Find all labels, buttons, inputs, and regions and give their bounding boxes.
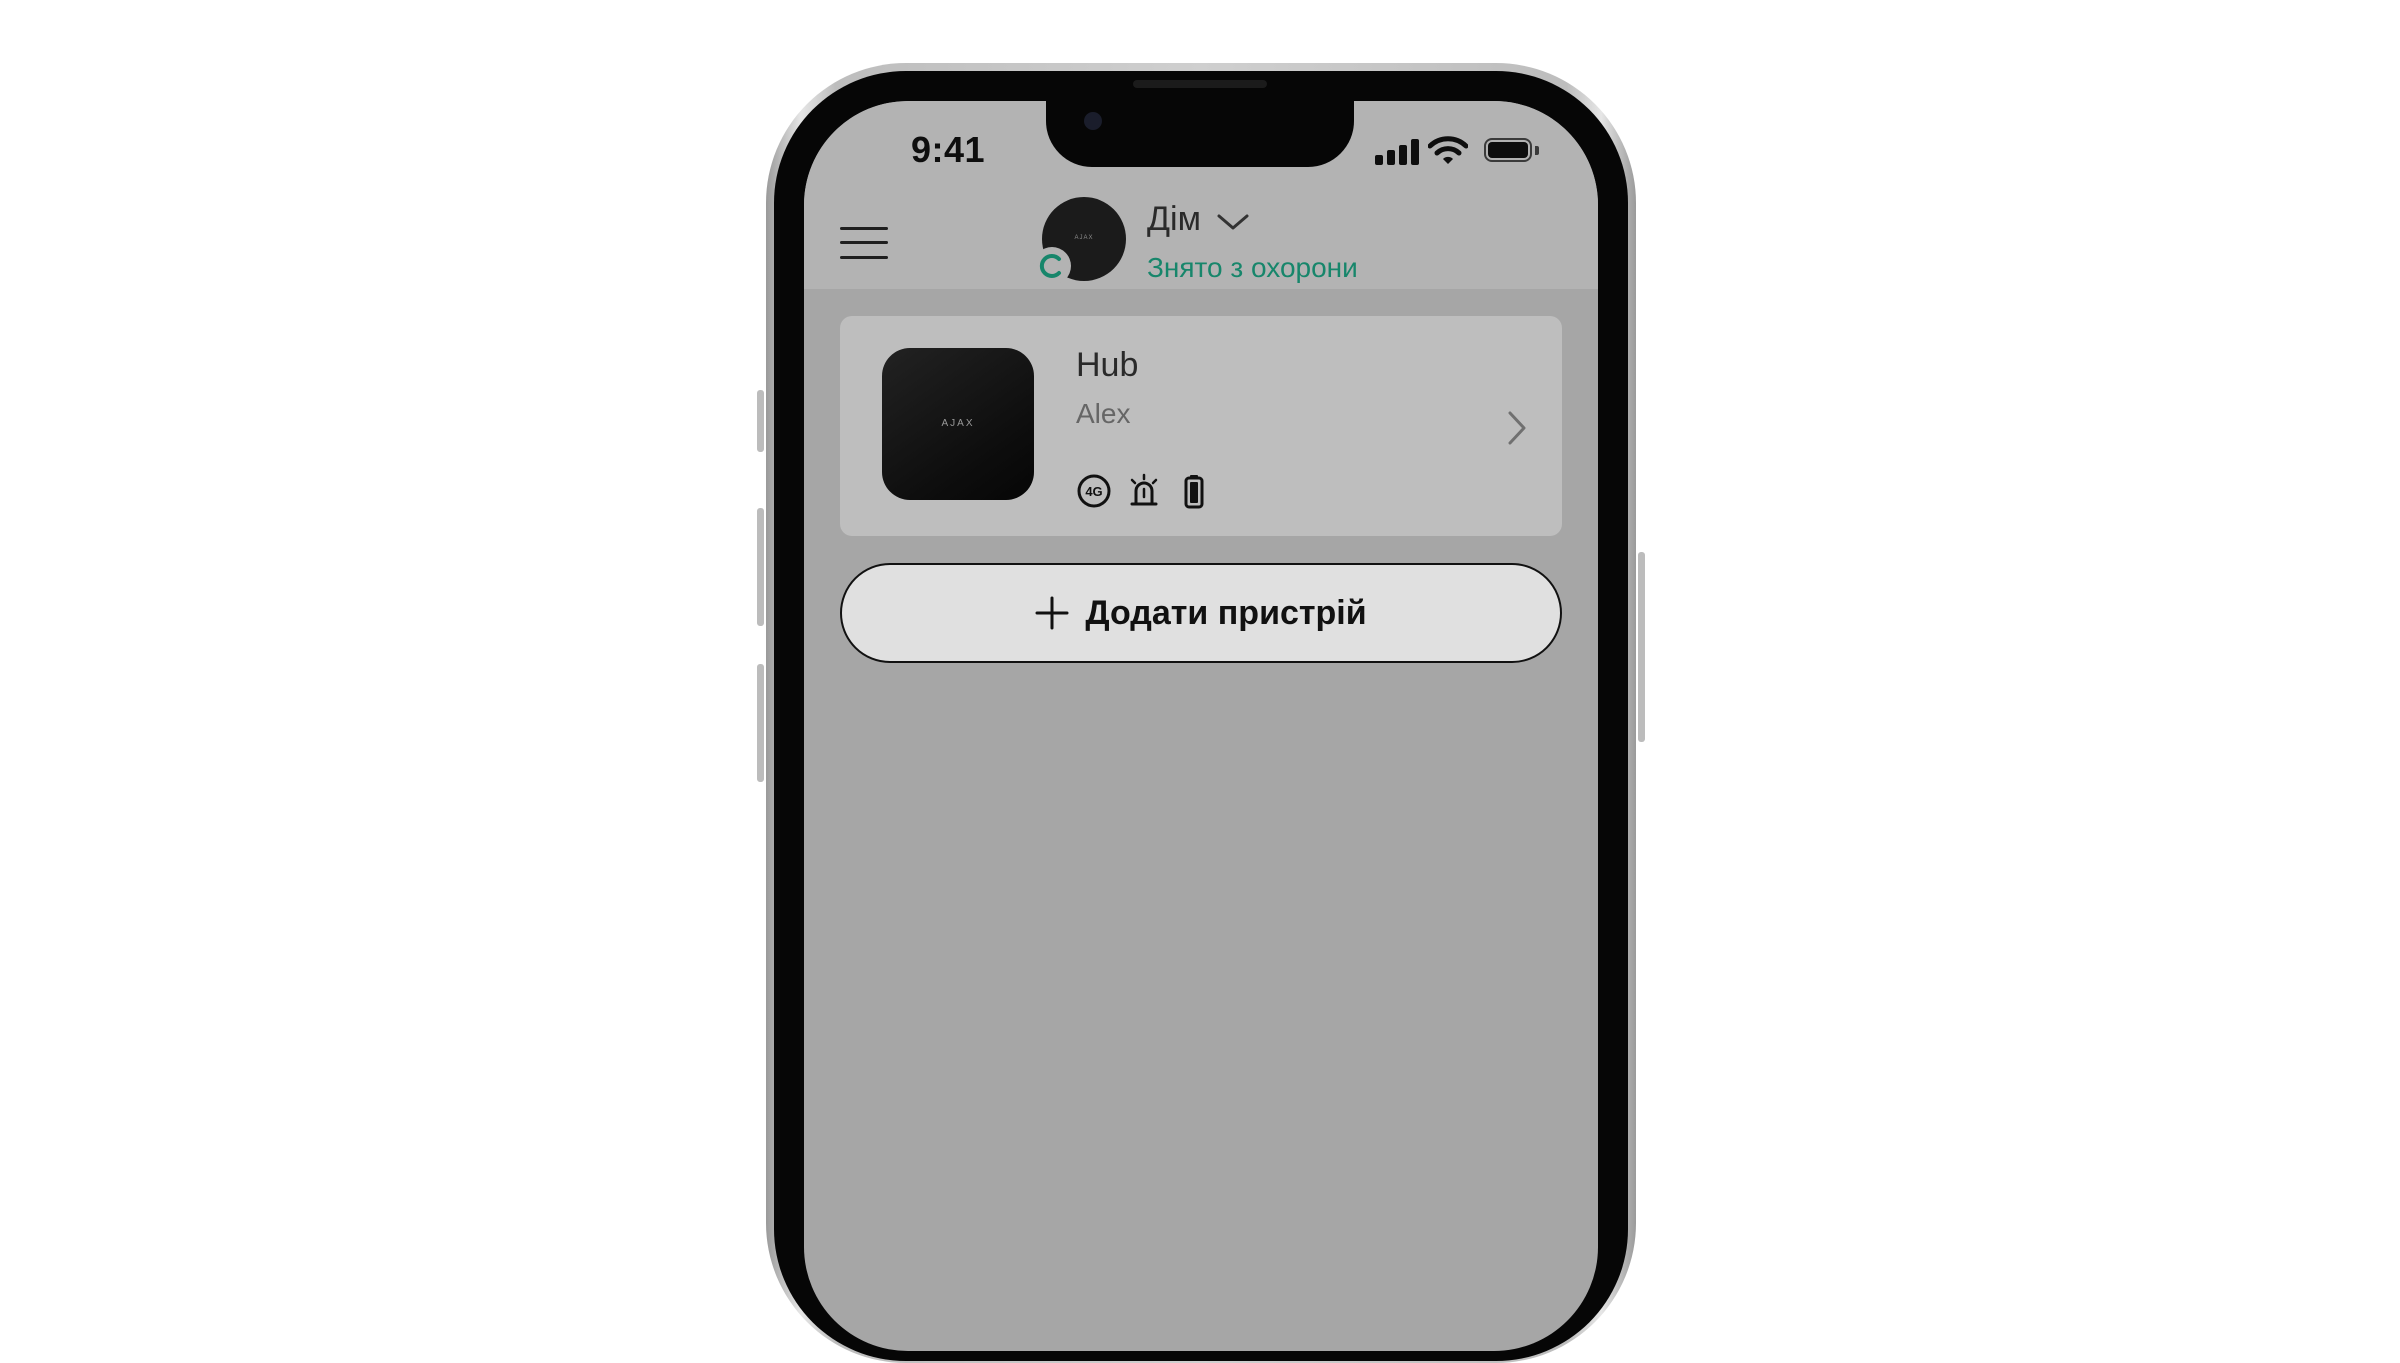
phone-volume-down-button	[757, 664, 764, 782]
phone-speaker	[1133, 80, 1267, 88]
phone-power-button	[1638, 552, 1645, 742]
battery-icon	[1184, 475, 1204, 509]
4g-connection-icon: 4G	[1077, 474, 1111, 508]
chevron-down-icon[interactable]	[1216, 212, 1250, 232]
wifi-icon	[1428, 136, 1468, 164]
hub-device-logo: AJAX	[941, 418, 975, 429]
plus-icon	[1035, 596, 1069, 630]
phone-volume-up-button	[757, 508, 764, 626]
space-avatar-logo: AJAX	[1074, 235, 1094, 241]
device-card-hub[interactable]: AJAX Hub Alex 4G	[840, 316, 1562, 536]
siren-icon	[1130, 473, 1158, 506]
chevron-right-icon	[1508, 411, 1526, 445]
app-screen: 9:41 AJAX Дім Знято з охорони AJAX Hub A…	[804, 101, 1598, 1351]
cellular-signal-icon	[1375, 139, 1419, 165]
hub-device-image: AJAX	[882, 348, 1034, 500]
battery-icon	[1484, 138, 1532, 162]
phone-notch	[1046, 101, 1354, 167]
disarmed-status-icon	[1033, 247, 1071, 285]
device-name: Hub	[1076, 346, 1139, 384]
device-owner: Alex	[1076, 398, 1131, 429]
space-status: Знято з охорони	[1147, 252, 1358, 283]
battery-cap	[1535, 146, 1539, 155]
front-camera	[1084, 112, 1102, 130]
space-name[interactable]: Дім	[1147, 200, 1201, 239]
4g-label: 4G	[1085, 484, 1102, 499]
add-device-label: Додати пристрій	[1085, 593, 1367, 632]
status-bar-time: 9:41	[910, 129, 986, 170]
hamburger-menu-icon[interactable]	[840, 225, 888, 261]
phone-mute-switch	[757, 390, 764, 452]
add-device-button[interactable]: Додати пристрій	[840, 563, 1562, 663]
